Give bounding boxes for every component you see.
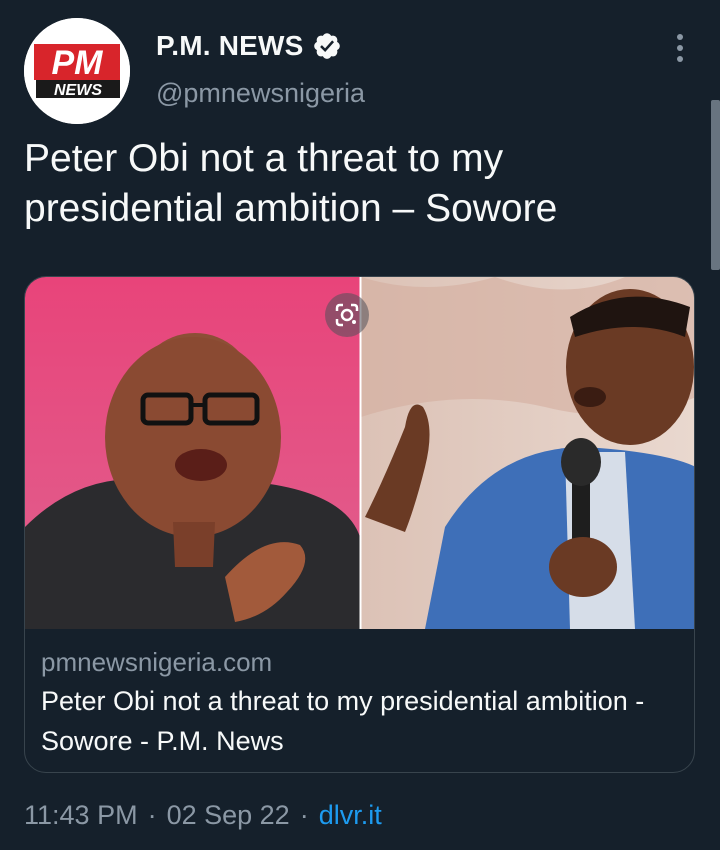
google-lens-icon[interactable] bbox=[325, 293, 369, 337]
pm-news-logo: PM NEWS bbox=[24, 18, 130, 124]
tweet-date[interactable]: 02 Sep 22 bbox=[167, 800, 290, 831]
tweet-time[interactable]: 11:43 PM bbox=[24, 800, 138, 831]
link-card[interactable]: pmnewsnigeria.com Peter Obi not a threat… bbox=[24, 276, 695, 773]
author-handle[interactable]: @pmnewsnigeria bbox=[156, 78, 365, 109]
card-image[interactable] bbox=[25, 277, 694, 629]
more-vertical-icon[interactable] bbox=[664, 30, 696, 66]
avatar[interactable]: PM NEWS bbox=[24, 18, 130, 124]
tweet-text: Peter Obi not a threat to my presidentia… bbox=[24, 137, 558, 230]
tweet-meta: 11:43 PM · 02 Sep 22 · dlvr.it bbox=[24, 800, 382, 831]
verified-badge-icon bbox=[313, 33, 340, 59]
author-name-row: P.M. NEWS bbox=[156, 30, 342, 62]
card-domain: pmnewsnigeria.com bbox=[41, 647, 273, 677]
author-display-name[interactable]: P.M. NEWS bbox=[156, 30, 304, 62]
card-title: Peter Obi not a threat to my presidentia… bbox=[41, 686, 645, 756]
card-body: pmnewsnigeria.com Peter Obi not a threat… bbox=[41, 645, 671, 761]
logo-text-top: PM bbox=[52, 44, 104, 82]
scrollbar[interactable] bbox=[711, 100, 720, 270]
meta-separator: · bbox=[299, 800, 309, 830]
logo-text-bottom: NEWS bbox=[54, 82, 102, 99]
tweet-source-link[interactable]: dlvr.it bbox=[319, 800, 382, 831]
tweet: PM NEWS P.M. NEWS @pmnewsnigeria Peter O… bbox=[0, 0, 720, 850]
meta-separator: · bbox=[147, 800, 157, 830]
